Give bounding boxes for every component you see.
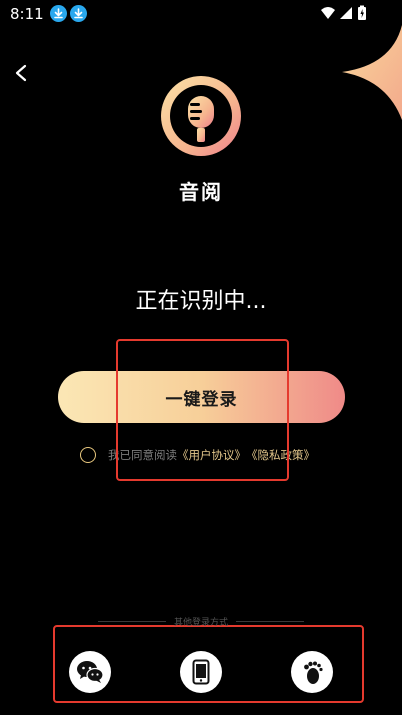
status-bar: 8:11 (0, 0, 402, 28)
download-icon (50, 5, 67, 22)
agree-checkbox[interactable] (80, 447, 96, 463)
phone-login-button[interactable] (180, 651, 222, 693)
battery-icon (358, 5, 366, 20)
signal-icon (340, 7, 352, 19)
app-logo (157, 72, 245, 160)
highlight-box-login (116, 339, 289, 481)
footprint-icon (304, 661, 323, 684)
app-name: 音阅 (179, 180, 223, 204)
wechat-icon (77, 661, 104, 683)
other-login-title: 其他登录方式 (98, 613, 305, 629)
footprint-login-button[interactable] (291, 651, 333, 693)
corner-decoration (342, 25, 402, 120)
divider (236, 620, 305, 622)
divider (98, 620, 166, 622)
microphone-icon (161, 76, 241, 156)
wifi-icon (321, 7, 335, 19)
phone-icon (192, 659, 210, 685)
download-icon (70, 5, 87, 22)
chevron-left-icon (15, 64, 27, 82)
status-time: 8:11 (10, 5, 44, 23)
wechat-login-button[interactable] (69, 651, 111, 693)
status-icons (320, 5, 372, 25)
back-button[interactable] (10, 60, 34, 86)
status-text: 正在识别中... (135, 289, 267, 314)
other-login-label: 其他登录方式 (174, 617, 229, 628)
